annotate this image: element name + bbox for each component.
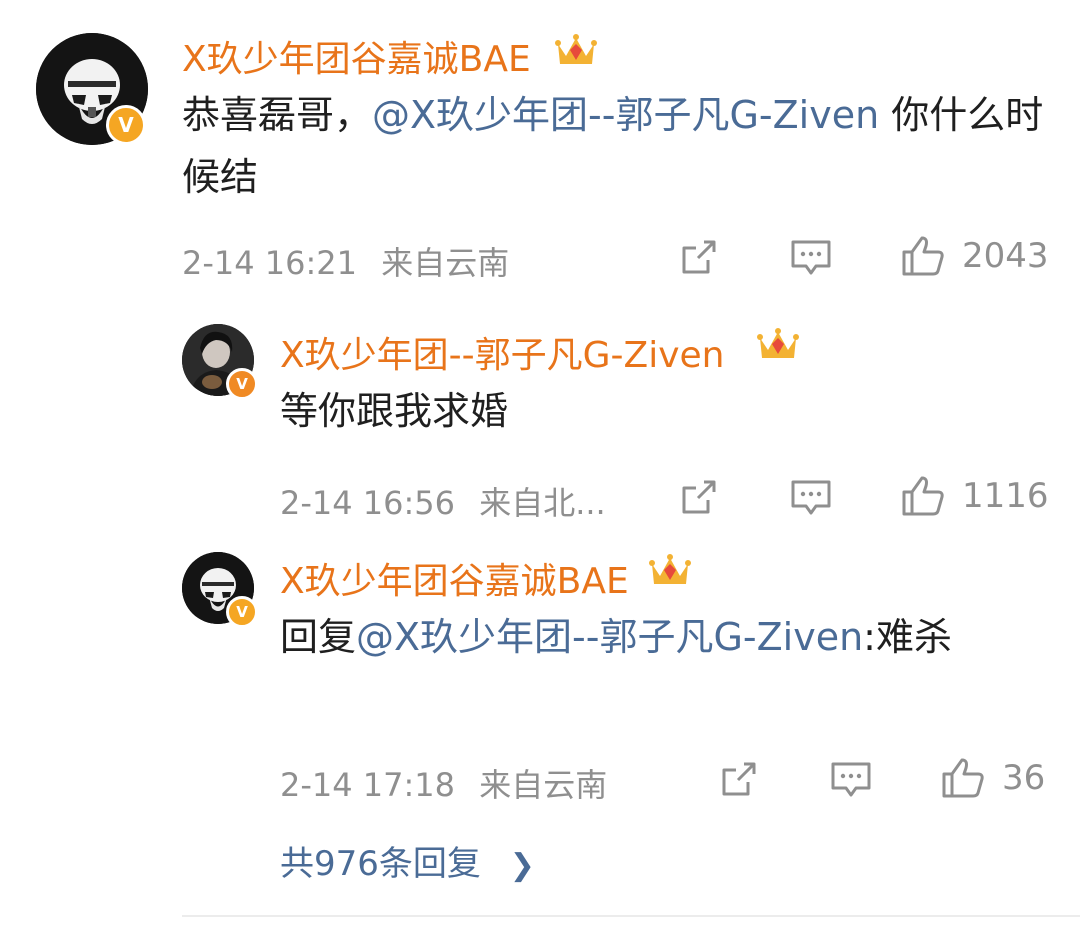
chevron-right-icon: ❯	[509, 848, 535, 883]
like-button[interactable]: 1116	[900, 474, 1049, 518]
like-count: 2043	[962, 236, 1049, 276]
like-button[interactable]: 2043	[900, 234, 1049, 278]
timestamp: 2-14 16:56	[280, 484, 456, 522]
comment-button[interactable]	[790, 238, 832, 278]
verified-badge-icon: V	[106, 105, 146, 145]
reply-item: V X玖少年团--郭子凡G-Ziven 等你跟我求婚 2-14 16:56 来自…	[0, 300, 1080, 540]
like-count: 1116	[962, 476, 1049, 516]
comment-text: 回复@X玖少年团--郭子凡G-Ziven:难杀	[280, 606, 1020, 668]
comment-button[interactable]	[830, 760, 872, 800]
thumbs-up-icon	[902, 236, 944, 276]
username[interactable]: X玖少年团谷嘉诚BAE	[280, 552, 629, 604]
timestamp: 2-14 16:21	[182, 244, 358, 282]
more-replies-label: 共976条回复	[280, 844, 481, 884]
location: 来自北...	[479, 484, 606, 522]
comment-text-prefix: 等你跟我求婚	[280, 389, 509, 433]
thumbs-up-icon	[902, 476, 944, 516]
avatar[interactable]: V	[36, 33, 148, 145]
comment-text-prefix: 回复	[280, 615, 357, 659]
comment-text: 恭喜磊哥，@X玖少年团--郭子凡G-Ziven 你什么时候结	[182, 84, 1052, 208]
comment-text: 等你跟我求婚	[280, 380, 1050, 442]
timestamp: 2-14 17:18	[280, 766, 456, 804]
location: 来自云南	[381, 244, 510, 282]
avatar[interactable]: V	[182, 324, 258, 400]
crown-icon	[757, 328, 799, 358]
comment-text-suffix: :难杀	[863, 615, 952, 659]
share-button[interactable]	[678, 478, 718, 518]
comment-text-prefix: 恭喜磊哥，	[182, 93, 373, 137]
like-button[interactable]: 36	[940, 756, 1045, 800]
avatar[interactable]: V	[182, 552, 258, 628]
comment-icon	[791, 240, 831, 275]
verified-badge-icon: V	[226, 368, 258, 400]
comment-item: V X玖少年团谷嘉诚BAE 恭喜磊哥，@X玖少年团--郭子凡G-Ziven 你什…	[0, 0, 1080, 300]
share-button[interactable]	[678, 238, 718, 278]
share-button[interactable]	[718, 760, 758, 800]
comment-meta: 2-14 17:18 来自云南	[280, 760, 607, 806]
crown-icon	[649, 554, 691, 584]
reply-item: V X玖少年团谷嘉诚BAE 回复@X玖少年团--郭子凡G-Ziven:难杀 2-…	[0, 540, 1080, 830]
comment-button[interactable]	[790, 478, 832, 518]
thumbs-up-icon	[942, 758, 984, 798]
verified-badge-icon: V	[226, 596, 258, 628]
share-icon	[682, 480, 716, 514]
username[interactable]: X玖少年团--郭子凡G-Ziven	[280, 326, 724, 378]
like-count: 36	[1002, 758, 1046, 798]
comment-meta: 2-14 16:56 来自北...	[280, 478, 606, 524]
username[interactable]: X玖少年团谷嘉诚BAE	[182, 30, 531, 82]
divider	[182, 915, 1080, 917]
mention-link[interactable]: @X玖少年团--郭子凡G-Ziven	[372, 93, 879, 137]
view-more-replies-link[interactable]: 共976条回复 ❯	[280, 836, 535, 885]
location: 来自云南	[479, 766, 608, 804]
crown-icon	[555, 34, 597, 64]
mention-link[interactable]: @X玖少年团--郭子凡G-Ziven	[356, 615, 863, 659]
comment-meta: 2-14 16:21 来自云南	[182, 238, 509, 284]
share-icon	[682, 240, 716, 274]
comment-icon	[791, 480, 831, 515]
share-icon	[722, 762, 756, 796]
comment-icon	[831, 762, 871, 797]
